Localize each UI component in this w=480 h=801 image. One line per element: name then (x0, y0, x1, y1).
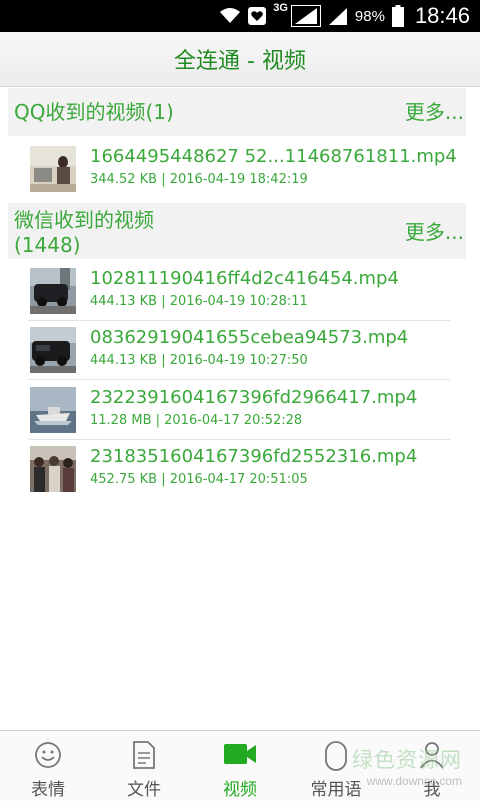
tab-files[interactable]: 文件 (96, 731, 192, 801)
video-meta: 11.28 MB | 2016-04-17 20:52:28 (90, 413, 303, 428)
wifi-icon (219, 7, 241, 25)
tab-label: 常用语 (310, 780, 362, 800)
tab-label: 文件 (127, 780, 161, 800)
person-icon (419, 741, 445, 773)
tab-video[interactable]: 视频 (192, 731, 288, 801)
video-thumbnail (30, 327, 76, 373)
status-bar: 3G 98% 18:46 (0, 0, 480, 32)
video-filename: 102811190416ff4d2c416454.mp4 (90, 268, 399, 289)
video-meta: 444.13 KB | 2016-04-19 10:27:50 (90, 353, 308, 368)
section-title-line2: (1448) (14, 233, 81, 257)
video-meta: 444.13 KB | 2016-04-19 10:28:11 (90, 294, 308, 309)
cell-signal-2-icon (328, 6, 348, 26)
tab-me[interactable]: 我 (384, 731, 480, 801)
cell-signal-icon (290, 5, 321, 27)
video-filename: 2322391604167396fd2966417.mp4 (90, 387, 418, 408)
section-title-line1: 微信收到的视频 (14, 208, 154, 232)
tab-phrases[interactable]: 常用语 (288, 731, 384, 801)
tab-label: 我 (423, 780, 441, 800)
video-list-item[interactable]: 08362919041655cebea94573.mp4 444.13 KB |… (28, 321, 450, 380)
bottom-nav: 表情 文件 视频 常用语 我 (0, 730, 480, 801)
more-button[interactable]: 更多... (405, 100, 464, 124)
video-meta: 452.75 KB | 2016-04-17 20:51:05 (90, 472, 308, 487)
video-meta: 344.52 KB | 2016-04-19 18:42:19 (90, 172, 308, 187)
video-filename: 08362919041655cebea94573.mp4 (90, 327, 409, 348)
video-thumbnail (30, 146, 76, 192)
video-list-item[interactable]: 2322391604167396fd2966417.mp4 11.28 MB |… (28, 381, 450, 440)
video-list-item[interactable]: 1664495448627 52...11468761811.mp4 344.5… (28, 140, 457, 198)
video-thumbnail (30, 387, 76, 433)
video-thumbnail (30, 446, 76, 492)
video-list-item[interactable]: 102811190416ff4d2c416454.mp4 444.13 KB |… (28, 262, 450, 321)
smiley-icon (34, 741, 62, 773)
heart-notification-icon (248, 7, 267, 25)
clock: 18:46 (414, 3, 470, 28)
video-thumbnail (30, 268, 76, 314)
video-filename: 1664495448627 52...11468761811.mp4 (90, 146, 457, 167)
quote-icon (324, 741, 348, 775)
battery-percent: 98% (354, 7, 385, 25)
app-header: 全连通 - 视频 (0, 32, 480, 87)
network-type: 3G (273, 2, 288, 14)
document-icon (132, 741, 156, 773)
more-button[interactable]: 更多... (405, 220, 464, 244)
tab-label: 视频 (223, 780, 257, 800)
section-title: QQ收到的视频(1) (14, 100, 174, 124)
video-filename: 2318351604167396fd2552316.mp4 (90, 446, 418, 467)
section-header-qq: QQ收到的视频(1) 更多... (8, 88, 466, 136)
section-header-wechat: 微信收到的视频 (1448) 更多... (8, 203, 466, 259)
video-list-item[interactable]: 2318351604167396fd2552316.mp4 452.75 KB … (28, 440, 450, 498)
page-title: 全连通 - 视频 (174, 49, 306, 74)
tab-emoji[interactable]: 表情 (0, 731, 96, 801)
status-icons: 3G 98% 18:46 (219, 0, 470, 32)
video-camera-icon (223, 741, 257, 771)
tab-label: 表情 (31, 780, 65, 800)
battery-icon (391, 5, 404, 27)
